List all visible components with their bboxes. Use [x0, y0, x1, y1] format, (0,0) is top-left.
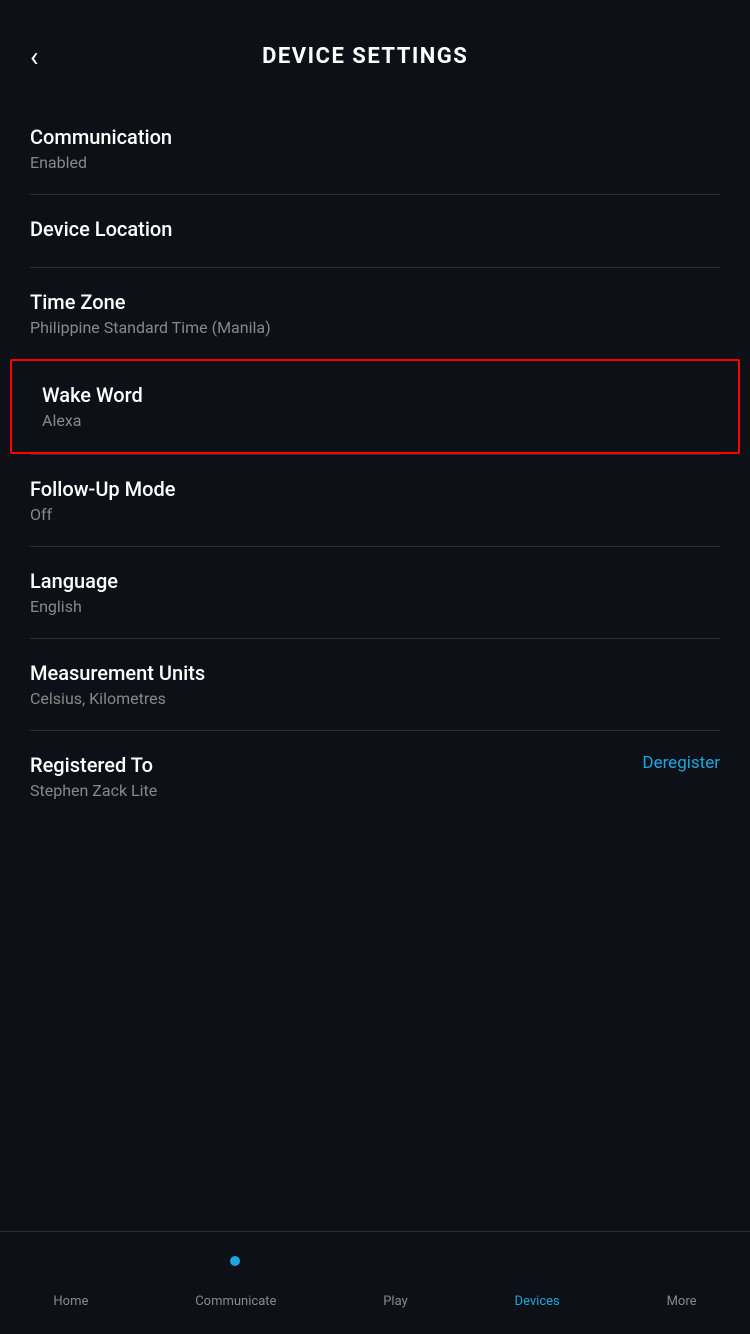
- settings-content: Communication Enabled Device Location Ti…: [0, 93, 750, 935]
- setting-communication[interactable]: Communication Enabled: [0, 103, 750, 194]
- nav-item-home[interactable]: Home: [37, 1250, 104, 1317]
- setting-device-location[interactable]: Device Location: [0, 195, 750, 267]
- nav-label-home: Home: [53, 1294, 88, 1309]
- setting-language[interactable]: Language English: [0, 547, 750, 638]
- setting-wake-word[interactable]: Wake Word Alexa: [10, 359, 740, 454]
- nav-label-play: Play: [383, 1294, 408, 1309]
- nav-label-communicate: Communicate: [195, 1294, 276, 1309]
- setting-follow-up-mode[interactable]: Follow-Up Mode Off: [0, 455, 750, 546]
- nav-label-more: More: [667, 1294, 697, 1309]
- nav-label-devices: Devices: [515, 1294, 560, 1309]
- settings-list: Communication Enabled Device Location Ti…: [0, 93, 750, 832]
- setting-time-zone[interactable]: Time Zone Philippine Standard Time (Mani…: [0, 268, 750, 359]
- nav-item-more[interactable]: More: [651, 1250, 713, 1317]
- setting-registered-to[interactable]: Registered To Stephen Zack Lite Deregist…: [0, 731, 750, 822]
- back-button[interactable]: ‹: [30, 40, 38, 73]
- bottom-navigation: Home Communicate Play Dev: [0, 1231, 750, 1334]
- page-title: DEVICE SETTINGS: [58, 44, 672, 69]
- page-header: ‹ DEVICE SETTINGS: [0, 0, 750, 93]
- nav-item-play[interactable]: Play: [367, 1250, 424, 1317]
- deregister-button[interactable]: Deregister: [642, 753, 720, 773]
- nav-item-communicate[interactable]: Communicate: [179, 1250, 292, 1317]
- setting-measurement-units[interactable]: Measurement Units Celsius, Kilometres: [0, 639, 750, 730]
- notification-dot: [230, 1256, 240, 1266]
- nav-item-devices[interactable]: Devices: [499, 1250, 576, 1317]
